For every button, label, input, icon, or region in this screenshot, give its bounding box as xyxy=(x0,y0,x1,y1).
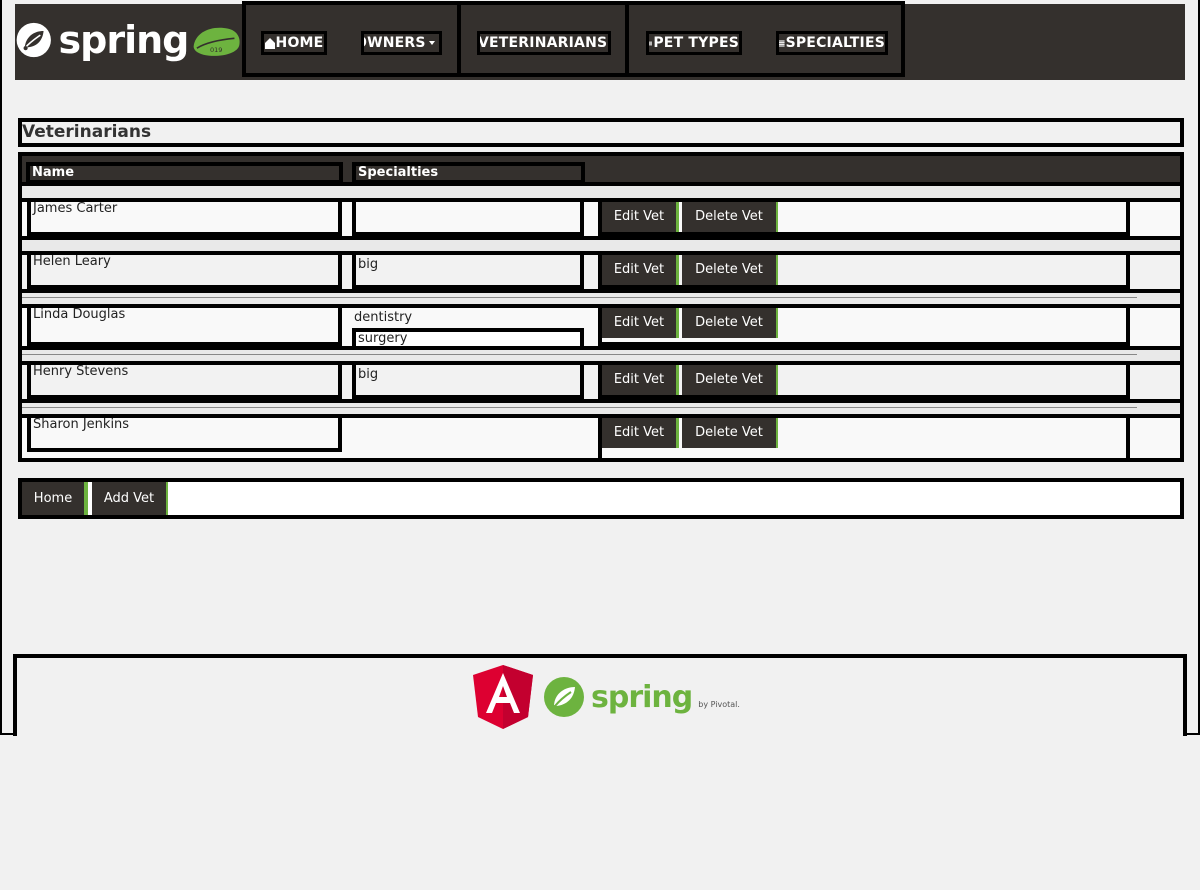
vet-name: Henry Stevens xyxy=(27,365,342,399)
row-actions: Edit Vet Delete Vet xyxy=(598,418,1130,458)
delete-vet-button[interactable]: Delete Vet xyxy=(682,418,778,448)
nav-owners[interactable]: OWNERS xyxy=(361,31,442,55)
nav-specialties[interactable]: SPECIALTIES xyxy=(776,31,888,55)
nav-group-vets: VETERINARIANS xyxy=(457,1,629,77)
nav-veterinarians-label: VETERINARIANS xyxy=(478,35,608,51)
home-icon xyxy=(264,37,275,49)
header-specialties: Specialties xyxy=(352,162,585,184)
chevron-down-icon xyxy=(610,41,611,45)
vets-table: Name Specialties James Carter Edit Vet D… xyxy=(18,152,1184,462)
chevron-down-icon xyxy=(428,41,435,45)
footer: spring by Pivotal. xyxy=(13,654,1187,736)
list-icon xyxy=(649,41,653,45)
edit-vet-button[interactable]: Edit Vet xyxy=(602,418,679,448)
nav-pet-types-label: PET TYPES xyxy=(653,35,739,51)
nav-group-types: PET TYPES SPECIALTIES xyxy=(625,1,905,77)
delete-vet-button[interactable]: Delete Vet xyxy=(682,308,778,338)
row-gap xyxy=(22,293,1180,304)
row-separator xyxy=(22,407,1137,408)
edit-vet-button[interactable]: Edit Vet xyxy=(602,202,679,232)
header-name: Name xyxy=(26,162,343,184)
nav-veterinarians[interactable]: VETERINARIANS xyxy=(477,31,611,55)
nav-home-label: HOME xyxy=(275,35,324,51)
row-actions: Edit Vet Delete Vet xyxy=(598,255,1130,289)
row-actions: Edit Vet Delete Vet xyxy=(598,308,1130,346)
nav-pet-types[interactable]: PET TYPES xyxy=(646,31,742,55)
table-row: Linda Douglas dentistry surgery Edit Vet… xyxy=(22,304,1180,350)
spring-leaf-icon xyxy=(16,22,51,58)
row-separator xyxy=(22,297,1137,298)
brand-logo[interactable]: spring 019 xyxy=(15,12,243,68)
brand-name: spring xyxy=(58,18,190,62)
vet-name: Linda Douglas xyxy=(27,308,342,346)
row-separator xyxy=(22,354,1137,355)
brand-badge-text: 019 xyxy=(210,46,222,54)
brand-badge-icon: 019 xyxy=(194,27,241,56)
vet-specialties: big xyxy=(352,365,584,399)
home-button[interactable]: Home xyxy=(22,482,88,515)
row-actions: Edit Vet Delete Vet xyxy=(598,365,1130,399)
table-row: Sharon Jenkins Edit Vet Delete Vet xyxy=(22,414,1180,458)
vet-name: Sharon Jenkins xyxy=(27,418,342,452)
navbar: spring 019 HOME OWNERS VETERINARIANS PET… xyxy=(15,1,1185,80)
nav-home[interactable]: HOME xyxy=(261,31,327,55)
vet-specialties xyxy=(352,202,584,236)
nav-owners-label: OWNERS xyxy=(361,35,426,51)
delete-vet-button[interactable]: Delete Vet xyxy=(682,365,778,395)
delete-vet-button[interactable]: Delete Vet xyxy=(682,255,778,285)
vet-specialties: big xyxy=(352,255,584,289)
table-row: James Carter Edit Vet Delete Vet xyxy=(22,198,1180,240)
row-gap xyxy=(22,403,1180,414)
edit-vet-button[interactable]: Edit Vet xyxy=(602,365,679,395)
add-vet-button[interactable]: Add Vet xyxy=(92,482,168,515)
vet-name: James Carter xyxy=(27,202,342,236)
table-row: Henry Stevens big Edit Vet Delete Vet xyxy=(22,361,1180,403)
footer-spring-text: spring xyxy=(591,679,693,715)
list-icon xyxy=(779,39,785,47)
edit-vet-button[interactable]: Edit Vet xyxy=(602,255,679,285)
vet-specialty: dentistry xyxy=(354,310,413,325)
nav-group-home-owners: HOME OWNERS xyxy=(242,1,461,77)
nav-specialties-label: SPECIALTIES xyxy=(785,35,885,51)
row-actions: Edit Vet Delete Vet xyxy=(598,202,1130,236)
vet-specialty: surgery xyxy=(352,328,584,350)
row-gap xyxy=(22,350,1180,361)
edit-vet-button[interactable]: Edit Vet xyxy=(602,308,679,338)
page-title: Veterinarians xyxy=(18,118,1184,147)
delete-vet-button[interactable]: Delete Vet xyxy=(682,202,778,232)
footer-pivotal-text: by Pivotal. xyxy=(698,699,740,709)
table-header: Name Specialties xyxy=(22,156,1180,184)
footer-logos: spring by Pivotal. xyxy=(473,665,740,729)
spring-leaf-icon xyxy=(544,677,584,717)
angular-icon xyxy=(473,665,533,729)
row-gap xyxy=(22,240,1180,251)
vet-name: Helen Leary xyxy=(27,255,342,289)
vet-specialties xyxy=(352,418,584,452)
table-row: Helen Leary big Edit Vet Delete Vet xyxy=(22,251,1180,293)
page-actions: Home Add Vet xyxy=(18,478,1184,519)
row-gap xyxy=(22,186,1180,198)
